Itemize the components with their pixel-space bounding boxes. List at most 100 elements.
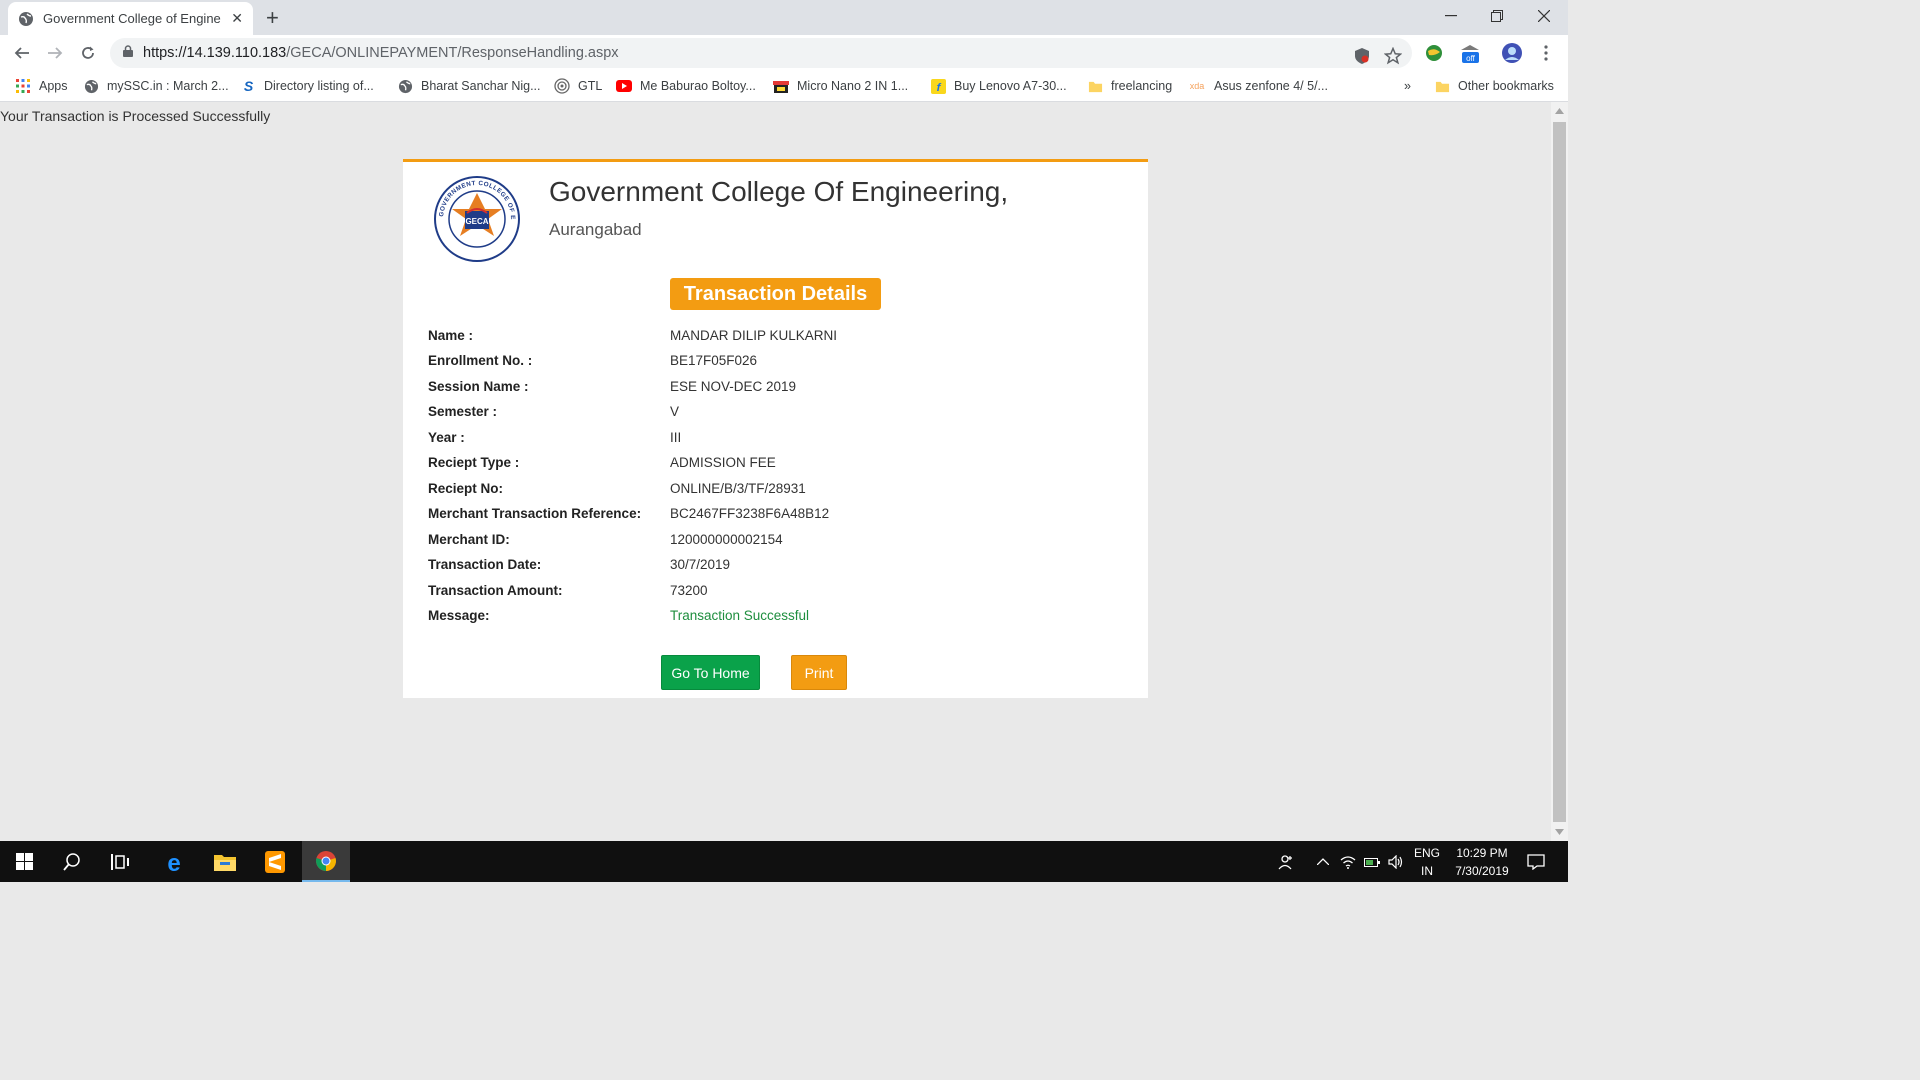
scroll-up-icon[interactable] [1555, 108, 1564, 114]
youtube-icon [616, 78, 632, 94]
bookmark-freelancing[interactable]: freelancing [1087, 77, 1172, 95]
clock-time: 10:29 PM [1456, 846, 1508, 860]
task-view-icon[interactable] [97, 841, 145, 882]
bookmark-label: freelancing [1111, 79, 1173, 93]
sublime-text-icon[interactable] [251, 841, 299, 882]
detail-value: MANDAR DILIP KULKARNI [670, 328, 838, 343]
gtl-icon [554, 78, 570, 94]
bookmark-gtl[interactable]: GTL [554, 77, 602, 95]
restore-icon[interactable] [1482, 6, 1512, 26]
clock[interactable]: 10:29 PM 7/30/2019 [1446, 844, 1518, 880]
language-indicator[interactable]: ENG IN [1410, 844, 1444, 880]
detail-value: ESE NOV-DEC 2019 [670, 378, 797, 394]
svg-text:off: off [1466, 54, 1476, 63]
reload-icon[interactable] [76, 41, 100, 65]
print-button[interactable]: Print [791, 655, 847, 690]
detail-label: Message: [428, 607, 490, 623]
chrome-taskbar-icon[interactable] [302, 841, 350, 882]
lock-icon [123, 44, 133, 62]
folder-icon [1087, 78, 1103, 94]
browser-tab[interactable]: Government College of Engineer ✕ [8, 2, 253, 35]
bookmark-micro-nano[interactable]: Micro Nano 2 IN 1... [773, 77, 908, 95]
bookmark-other[interactable]: Other bookmarks [1434, 77, 1554, 95]
detail-value: 30/7/2019 [670, 557, 731, 573]
detail-label: Enrollment No. : [428, 353, 533, 369]
detail-value: 73200 [670, 582, 708, 598]
bookmarks-bar: Apps mySSC.in : March 2... S Directory l… [0, 71, 1568, 102]
star-icon[interactable] [1383, 46, 1403, 66]
search-icon[interactable] [48, 841, 96, 882]
transaction-status-text: Your Transaction is Processed Successful… [0, 108, 271, 124]
bookmark-youtube[interactable]: Me Baburao Boltoy... [616, 77, 756, 95]
forward-icon[interactable] [43, 41, 67, 65]
flipkart-icon: f [930, 78, 946, 94]
volume-icon[interactable] [1386, 841, 1406, 882]
people-icon[interactable] [1274, 841, 1298, 882]
bookmark-apps[interactable]: Apps [15, 77, 68, 95]
detail-value: Transaction Successful [670, 607, 810, 623]
bookmark-label: mySSC.in : March 2... [107, 79, 229, 93]
bookmark-label: Other bookmarks [1458, 79, 1554, 93]
region-code: IN [1421, 864, 1433, 878]
extension-off-icon[interactable]: off [1459, 42, 1481, 64]
blocked-content-icon[interactable] [1352, 46, 1372, 66]
bookmark-label: Apps [39, 79, 68, 93]
minimize-icon[interactable] [1436, 6, 1466, 26]
battery-icon[interactable] [1362, 841, 1382, 882]
bookmark-label: Buy Lenovo A7-30... [954, 79, 1067, 93]
url-host: https://14.139.110.183 [143, 45, 287, 61]
back-icon[interactable] [10, 41, 34, 65]
bookmark-asus[interactable]: xda Asus zenfone 4/ 5/... [1188, 77, 1328, 95]
bookmark-lenovo[interactable]: f Buy Lenovo A7-30... [930, 77, 1067, 95]
windows-start-icon[interactable] [0, 841, 48, 882]
detail-value: V [670, 404, 680, 420]
profile-avatar[interactable] [1501, 42, 1523, 64]
url-path: /GECA/ONLINEPAYMENT/ResponseHandling.asp… [286, 45, 619, 61]
menu-kebab-icon[interactable] [1535, 42, 1557, 64]
apps-grid-icon [15, 78, 31, 94]
tab-strip: Government College of Engineer ✕ + [0, 0, 1568, 35]
detail-label: Transaction Date: [428, 557, 542, 573]
bookmark-label: GTL [578, 79, 603, 93]
bookmark-label: Bharat Sanchar Nig... [421, 79, 541, 93]
bookmark-label: Me Baburao Boltoy... [640, 79, 756, 93]
windows-taskbar: e ENG IN 10:29 PM 7/30/2019 [0, 841, 1568, 882]
bookmark-myssc[interactable]: mySSC.in : March 2... [83, 77, 229, 95]
detail-value: BC2467FF3238F6A48B12 [670, 506, 830, 522]
action-center-icon[interactable] [1522, 841, 1550, 882]
bookmarks-overflow-icon[interactable]: » [1404, 77, 1411, 95]
address-bar[interactable]: https://14.139.110.183/GECA/ONLINEPAYMEN… [110, 38, 1412, 68]
detail-value: BE17F05F026 [670, 353, 758, 369]
shop-icon [773, 78, 789, 94]
s-logo-icon: S [240, 78, 256, 94]
transaction-details-heading: Transaction Details [670, 278, 881, 310]
edge-browser-icon[interactable]: e [150, 841, 198, 882]
college-logo: GOVERNMENT COLLEGE OF ENGINEERING AURANG… [430, 170, 521, 263]
tab-title: Government College of Engineer [43, 11, 221, 26]
tab-close-icon[interactable]: ✕ [231, 10, 243, 27]
file-explorer-icon[interactable] [201, 841, 249, 882]
extension-globe-icon[interactable] [1423, 42, 1445, 64]
bookmark-label: Directory listing of... [264, 79, 374, 93]
language-code: ENG [1413, 846, 1440, 860]
new-tab-icon[interactable]: + [266, 5, 279, 31]
go-to-home-button[interactable]: Go To Home [661, 655, 760, 690]
clock-date: 7/30/2019 [1455, 864, 1509, 878]
svg-text:GECA: GECA [465, 217, 488, 226]
detail-label: Transaction Amount: [428, 582, 563, 598]
detail-label: Merchant Transaction Reference: [428, 506, 642, 522]
detail-value: ADMISSION FEE [670, 455, 776, 471]
page-scrollbar[interactable] [1551, 102, 1568, 841]
detail-value: ONLINE/B/3/TF/28931 [670, 480, 806, 496]
globe-icon [397, 78, 413, 94]
college-city: Aurangabad [549, 220, 642, 239]
window-close-icon[interactable] [1529, 6, 1559, 26]
scroll-down-icon[interactable] [1555, 829, 1564, 835]
tray-chevron-up-icon[interactable] [1314, 841, 1332, 882]
bookmark-directory-listing[interactable]: S Directory listing of... [240, 77, 374, 95]
globe-icon [83, 78, 99, 94]
scrollbar-thumb[interactable] [1553, 122, 1566, 822]
detail-label: Reciept No: [428, 480, 504, 496]
bookmark-bsnl[interactable]: Bharat Sanchar Nig... [397, 77, 541, 95]
wifi-icon[interactable] [1338, 841, 1358, 882]
